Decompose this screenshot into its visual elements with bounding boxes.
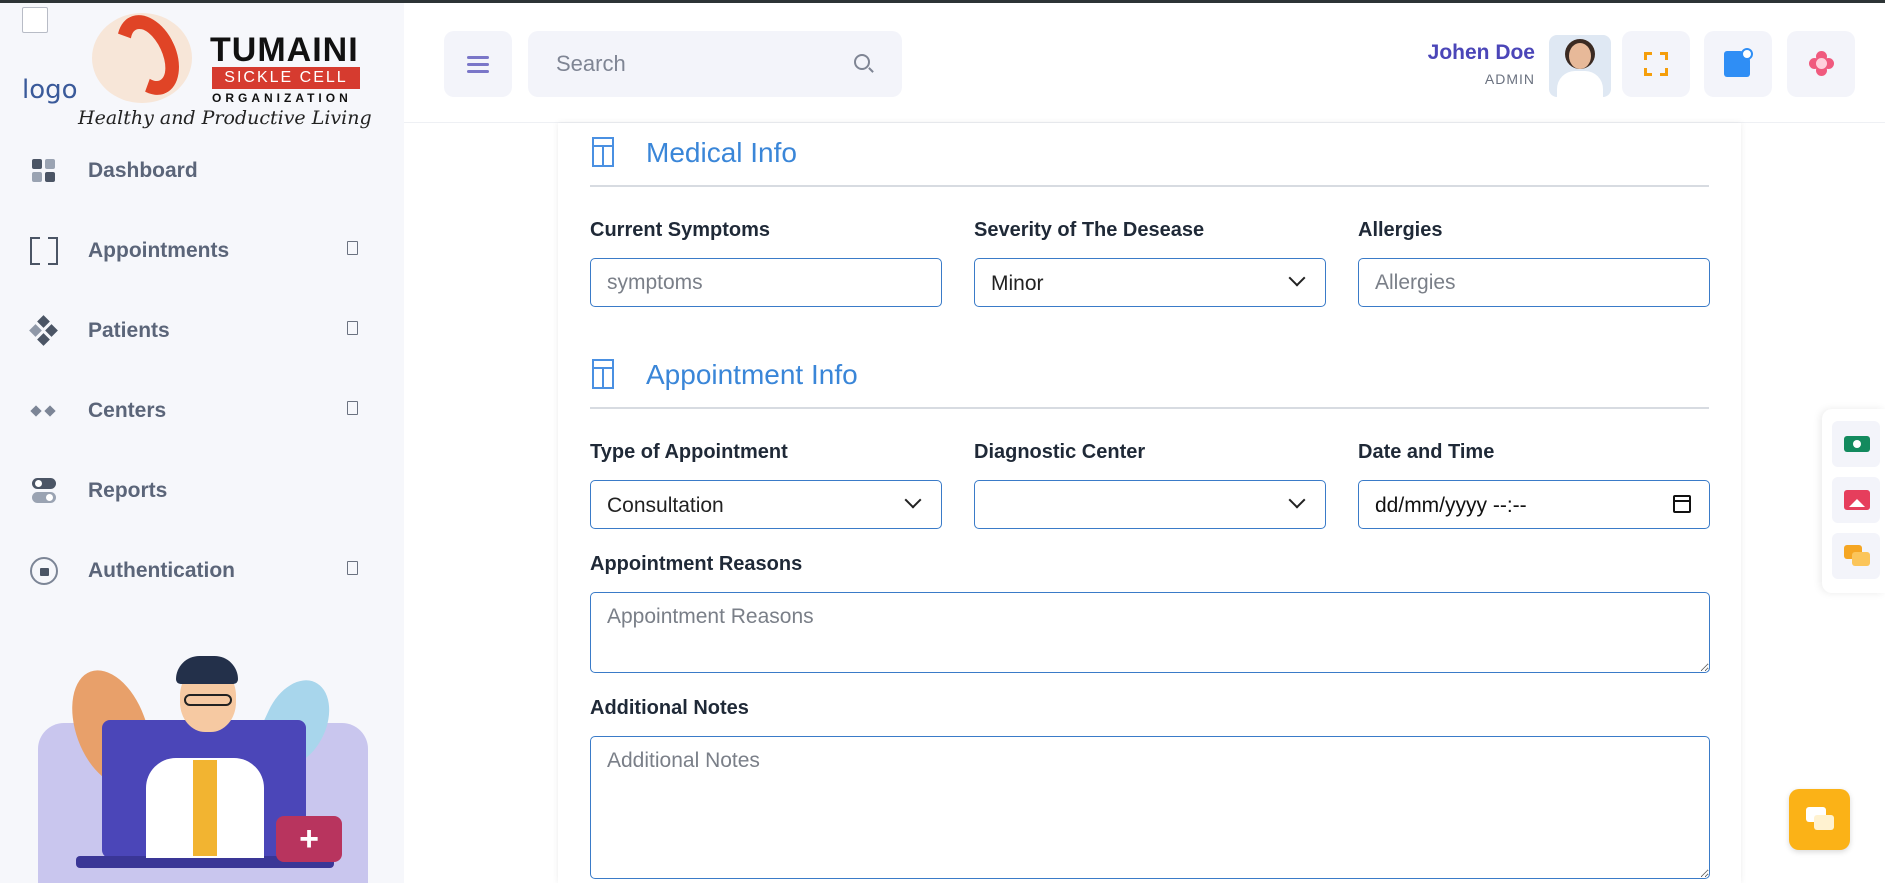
sidebar-item-label: Reports — [88, 479, 168, 502]
notes-textarea[interactable] — [590, 736, 1710, 879]
user-role: ADMIN — [1484, 71, 1535, 87]
reasons-label: Appointment Reasons — [590, 553, 803, 575]
sidebar-item-patients[interactable]: Patients — [0, 291, 404, 371]
sidebar-item-reports[interactable]: Reports — [0, 451, 404, 531]
datetime-label: Date and Time — [1358, 441, 1495, 463]
appointment-type-select[interactable]: Consultation — [590, 480, 942, 529]
chat-button[interactable] — [1832, 533, 1880, 579]
centers-icon — [30, 397, 58, 425]
datetime-value: dd/mm/yyyy --:-- — [1375, 494, 1527, 517]
datetime-input[interactable]: dd/mm/yyyy --:-- — [1358, 480, 1710, 529]
symptoms-label: Current Symptoms — [590, 219, 771, 241]
severity-label: Severity of The Desease — [974, 219, 1205, 241]
brand-org: ORGANIZATION — [212, 91, 352, 105]
sidebar-item-label: Dashboard — [88, 159, 198, 182]
search-box — [528, 31, 902, 97]
fullscreen-button[interactable] — [1622, 31, 1690, 97]
sidebar-item-dashboard[interactable]: Dashboard — [0, 131, 404, 211]
symptoms-input[interactable] — [590, 258, 942, 307]
doctor-illustration: + — [36, 648, 370, 883]
camera-button[interactable] — [1832, 421, 1880, 467]
sidebar-item-label: Authentication — [88, 559, 235, 582]
medical-bag-icon: + — [276, 816, 342, 862]
sidebar-item-label: Appointments — [88, 239, 230, 262]
search-input[interactable] — [528, 31, 848, 97]
diagnostic-center-select[interactable] — [974, 480, 1326, 529]
messages-button[interactable] — [1704, 31, 1772, 97]
medical-info-header: Medical Info — [590, 127, 1709, 187]
flower-icon — [1809, 51, 1835, 77]
sidebar-item-label: Centers — [88, 399, 167, 422]
severity-value: Minor — [991, 272, 1044, 295]
menu-toggle-button[interactable] — [444, 31, 512, 97]
sidebar-item-appointments[interactable]: Appointments — [0, 211, 404, 291]
brand-subtitle: SICKLE CELL — [212, 67, 360, 89]
reports-icon — [30, 477, 58, 505]
fullscreen-icon — [1644, 52, 1668, 76]
clipboard-icon — [592, 137, 614, 167]
camera-icon — [1844, 436, 1870, 452]
messages-icon — [1724, 48, 1753, 77]
expand-icon — [347, 561, 358, 575]
user-name[interactable]: Johen Doe — [1428, 41, 1535, 65]
sidebar: logo TUMAINI SICKLE CELL ORGANIZATION He… — [0, 3, 404, 883]
sidebar-item-centers[interactable]: Centers — [0, 371, 404, 451]
broken-image-icon — [22, 7, 48, 33]
expand-icon — [347, 321, 358, 335]
appointment-type-label: Type of Appointment — [590, 441, 788, 463]
expand-icon — [347, 401, 358, 415]
avatar[interactable] — [1549, 35, 1611, 97]
diagnostic-center-label: Diagnostic Center — [974, 441, 1146, 463]
appointments-icon — [30, 236, 58, 266]
search-icon[interactable] — [854, 54, 870, 70]
section-title: Appointment Info — [646, 359, 858, 390]
appointment-form-card: Medical Info Current Symptoms Severity o… — [558, 123, 1741, 883]
sidebar-item-label: Patients — [88, 319, 170, 342]
chat-icon — [1806, 807, 1834, 831]
appointment-info-header: Appointment Info — [590, 349, 1709, 409]
sidebar-item-authentication[interactable]: Authentication — [0, 531, 404, 611]
reasons-textarea[interactable] — [590, 592, 1710, 673]
quick-actions-panel — [1822, 409, 1885, 593]
appointment-type-value: Consultation — [607, 494, 724, 517]
chat-fab-button[interactable] — [1789, 789, 1850, 850]
severity-select[interactable]: Minor — [974, 258, 1326, 307]
gallery-button[interactable] — [1832, 477, 1880, 523]
theme-button[interactable] — [1787, 31, 1855, 97]
image-icon — [1844, 490, 1870, 510]
chevron-down-icon — [904, 491, 922, 509]
brand-tagline: Healthy and Productive Living — [78, 107, 372, 129]
allergies-label: Allergies — [1358, 219, 1443, 241]
calendar-icon[interactable] — [1673, 495, 1691, 513]
chat-icon — [1844, 545, 1870, 567]
expand-icon — [347, 241, 358, 255]
patients-icon — [29, 315, 58, 346]
brand-logo[interactable]: TUMAINI SICKLE CELL ORGANIZATION Healthy… — [78, 5, 382, 129]
sidebar-nav: Dashboard Appointments Patients Centers — [0, 131, 404, 611]
top-header: Johen Doe ADMIN — [404, 3, 1885, 123]
brand-title: TUMAINI — [210, 31, 359, 69]
chevron-down-icon — [1288, 491, 1306, 509]
notes-label: Additional Notes — [590, 697, 749, 719]
allergies-input[interactable] — [1358, 258, 1710, 307]
section-title: Medical Info — [646, 137, 797, 168]
logo-alt-text: logo — [22, 75, 78, 105]
lock-icon — [30, 557, 58, 585]
dashboard-icon — [30, 157, 58, 185]
chevron-down-icon — [1288, 269, 1306, 287]
clipboard-icon — [592, 359, 614, 389]
